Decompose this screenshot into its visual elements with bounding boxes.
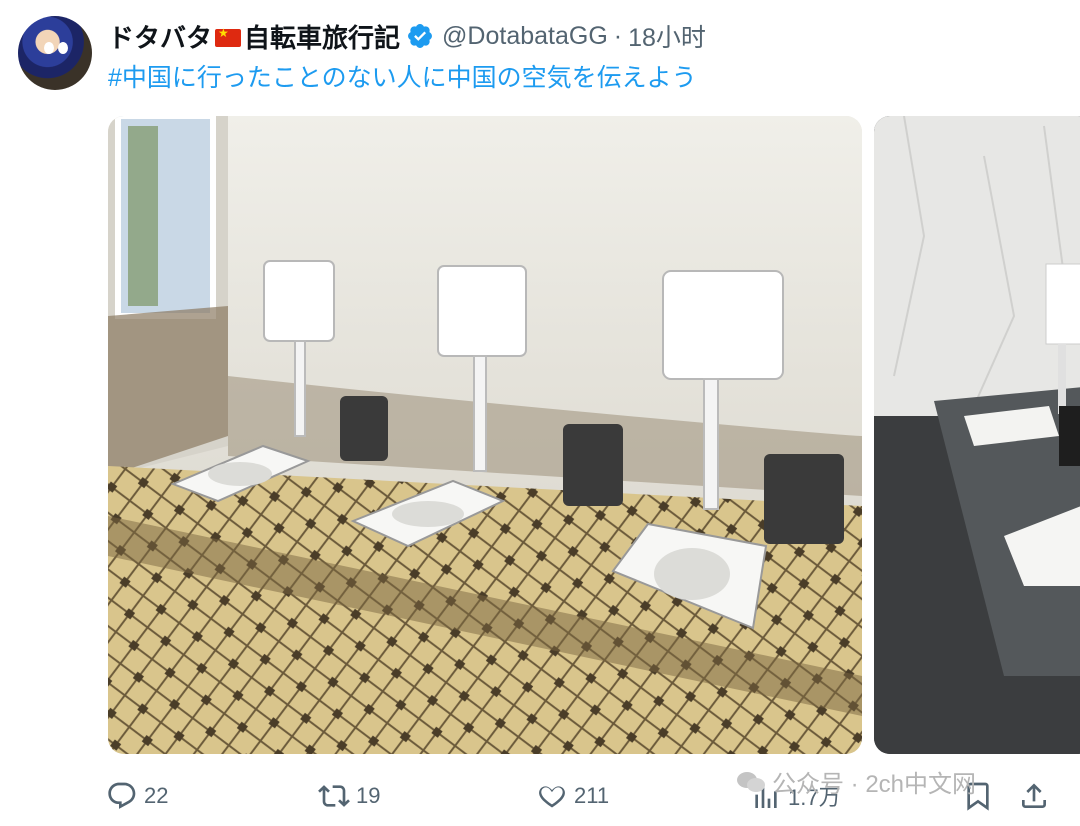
avatar-eye [58, 42, 68, 54]
tweet-timestamp[interactable]: 18小时 [628, 18, 706, 54]
reply-button[interactable]: 22 [106, 780, 168, 812]
retweet-count: 19 [356, 783, 381, 808]
heart-icon [539, 786, 565, 808]
reply-icon [108, 782, 136, 809]
china-flag-icon [215, 26, 242, 47]
separator-dot: · [613, 21, 623, 50]
restroom-photo [108, 116, 862, 754]
hashtag-link[interactable]: #中国に行ったことのない人に中国の空気を伝えよう [108, 58, 697, 94]
share-button[interactable] [1018, 780, 1050, 812]
tweet-photo-2[interactable] [874, 116, 1080, 754]
author-name-suffix[interactable]: 自転車旅行記 [244, 18, 400, 55]
author-handle[interactable]: @DotabataGG [442, 22, 608, 51]
avatar[interactable] [18, 16, 92, 90]
reply-count: 22 [144, 783, 169, 808]
verified-badge-icon[interactable] [406, 22, 434, 50]
watermark: 公众号 · 2ch中文网 [736, 764, 976, 799]
tweet-photo-1[interactable] [108, 116, 862, 754]
retweet-icon [318, 785, 350, 807]
author-name[interactable]: ドタバタ [108, 18, 212, 55]
share-icon [1022, 783, 1046, 808]
watermark-text: 公众号 · 2ch中文网 [772, 771, 977, 798]
tweet-header: ドタバタ 自転車旅行記 @DotabataGG · 18小时 [108, 16, 706, 56]
wechat-icon [737, 771, 765, 792]
modern-restroom-photo [874, 116, 1080, 754]
like-count: 211 [574, 783, 610, 808]
like-button[interactable]: 211 [536, 780, 609, 812]
avatar-eye [44, 42, 54, 54]
retweet-button[interactable]: 19 [318, 780, 380, 812]
